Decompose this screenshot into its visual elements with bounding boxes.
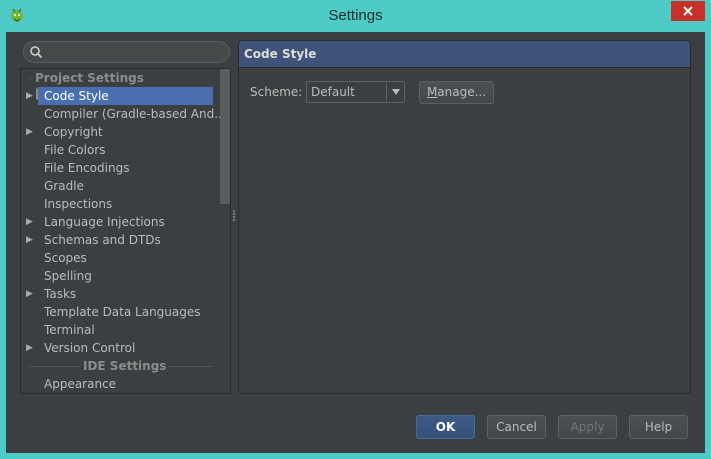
tree-item-code-style[interactable]: ▶ Code Style [21,87,220,105]
cancel-button[interactable]: Cancel [487,415,546,439]
settings-dialog: Project Settings [Fragment 5] ▶ Code Sty… [6,32,705,453]
tree-item-label: File Colors [44,143,106,157]
tree-item-compiler[interactable]: Compiler (Gradle-based And... [21,105,226,123]
close-button[interactable] [671,1,705,21]
group-label: IDE Settings [80,358,170,374]
help-button[interactable]: Help [629,415,688,439]
window-title: Settings [328,7,383,24]
tree-item-label: Compiler (Gradle-based And... [44,107,226,121]
expand-arrow-icon[interactable]: ▶ [26,123,38,141]
scheme-dropdown[interactable]: Default [306,81,405,103]
ok-button[interactable]: OK [416,415,475,439]
tree-item-terminal[interactable]: Terminal [21,321,220,339]
scheme-value: Default [311,85,355,99]
expand-arrow-icon[interactable]: ▶ [26,285,38,303]
expand-arrow-icon[interactable]: ▶ [26,231,38,249]
tree-item-label: File Encodings [44,161,130,175]
tree-item-file-colors[interactable]: File Colors [21,141,220,159]
tree-item-label: Gradle [44,179,84,193]
group-ide-settings: IDE Settings [21,358,220,374]
scheme-label: Scheme: [250,85,303,99]
manage-label-rest: anage... [437,85,487,99]
mnemonic-letter: M [426,85,438,99]
tree-item-version-control[interactable]: ▶ Version Control [21,339,220,357]
tree-item-tasks[interactable]: ▶ Tasks [21,285,220,303]
tree-item-label: Language Injections [44,215,165,229]
search-icon [30,46,43,59]
tree-item-label: Version Control [44,341,136,355]
tree-item-label: Schemas and DTDs [44,233,161,247]
tree-item-label: Spelling [44,269,92,283]
code-style-panel: Code Style Scheme: Default Manage... [238,40,691,394]
tree-item-inspections[interactable]: Inspections [21,195,220,213]
close-icon [683,6,693,16]
tree-item-file-encodings[interactable]: File Encodings [21,159,220,177]
tree-scrollbar[interactable] [220,69,230,204]
tree-item-copyright[interactable]: ▶ Copyright [21,123,220,141]
title-bar: Settings [0,0,711,32]
chevron-down-icon[interactable] [386,82,404,102]
expand-arrow-icon[interactable]: ▶ [26,87,38,105]
tree-item-label: Tasks [44,287,77,301]
tree-item-label: Terminal [44,323,95,337]
tree-item-spelling[interactable]: Spelling [21,267,220,285]
tree-item-scopes[interactable]: Scopes [21,249,220,267]
tree-item-label: Inspections [44,197,113,211]
expand-arrow-icon[interactable]: ▶ [26,213,38,231]
tree-item-language-injections[interactable]: ▶ Language Injections [21,213,220,231]
tree-item-label: Template Data Languages [44,305,201,319]
search-input[interactable] [23,41,230,63]
splitter-handle[interactable] [233,210,237,224]
manage-button[interactable]: Manage... [419,81,494,104]
tree-item-appearance[interactable]: Appearance [21,375,220,393]
tree-item-template-data-languages[interactable]: Template Data Languages [21,303,220,321]
tree-item-label: Appearance [44,377,117,391]
tree-item-label: Code Style [44,89,109,103]
settings-tree[interactable]: Project Settings [Fragment 5] ▶ Code Sty… [20,68,231,394]
group-project-settings: Project Settings [Fragment 5] [21,70,220,102]
tree-item-schemas-and-dtds[interactable]: ▶ Schemas and DTDs [21,231,220,249]
expand-arrow-icon[interactable]: ▶ [26,339,38,357]
apply-button[interactable]: Apply [558,415,617,439]
tree-item-label: Scopes [44,251,87,265]
panel-title: Code Style [244,47,317,61]
tree-item-label: Copyright [44,125,103,139]
tree-item-gradle[interactable]: Gradle [21,177,220,195]
panel-header: Code Style [239,41,690,68]
